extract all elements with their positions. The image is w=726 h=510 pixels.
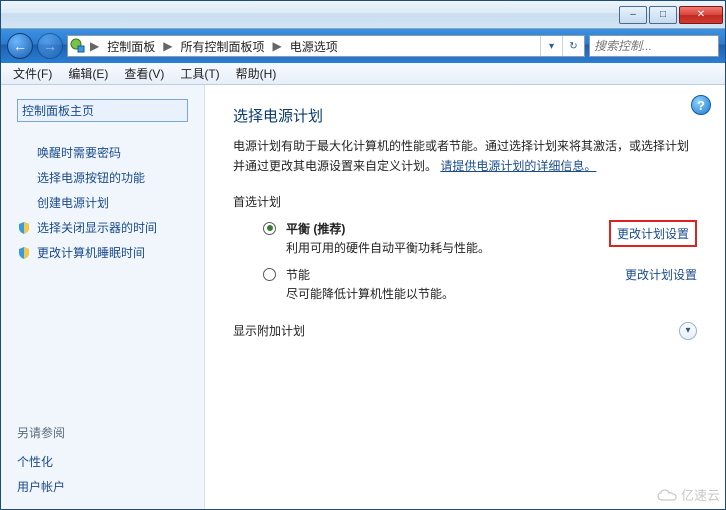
plan-name: 平衡 (推荐) <box>286 220 599 237</box>
sidebar-link-label: 更改计算机睡眠时间 <box>37 244 145 261</box>
maximize-button[interactable]: □ <box>649 6 677 24</box>
power-plan-balanced: 平衡 (推荐) 利用可用的硬件自动平衡功耗与性能。 更改计划设置 <box>263 220 697 256</box>
control-panel-home-link[interactable]: 控制面板主页 <box>17 99 188 122</box>
shield-icon <box>17 246 31 260</box>
see-also-label: 用户帐户 <box>17 478 65 495</box>
see-also-heading: 另请参阅 <box>17 424 188 441</box>
power-plan-saver: 节能 尽可能降低计算机性能以节能。 更改计划设置 <box>263 266 697 302</box>
content-pane: ? 选择电源计划 电源计划有助于最大化计算机的性能或者节能。通过选择计划来将其激… <box>205 85 725 509</box>
breadcrumb-sep-icon: ▶ <box>88 39 101 53</box>
titlebar: – □ ✕ <box>1 1 725 29</box>
watermark: 亿速云 <box>657 485 720 504</box>
search-input[interactable] <box>590 39 726 53</box>
plan-desc: 利用可用的硬件自动平衡功耗与性能。 <box>286 239 599 256</box>
show-additional-plans[interactable]: 显示附加计划 ▾ <box>233 322 697 340</box>
preferred-plans-heading: 首选计划 <box>233 193 697 210</box>
menubar: 文件(F) 编辑(E) 查看(V) 工具(T) 帮助(H) <box>1 63 725 85</box>
see-also-personalization[interactable]: 个性化 <box>17 449 188 474</box>
address-bar[interactable]: ▶ 控制面板 ▶ 所有控制面板项 ▶ 电源选项 ▾ ↻ <box>67 35 585 57</box>
breadcrumb-seg-1[interactable]: 控制面板 <box>101 36 161 56</box>
control-panel-icon <box>68 36 88 56</box>
help-icon[interactable]: ? <box>691 95 711 115</box>
sidebar-link-power-button[interactable]: 选择电源按钮的功能 <box>17 165 188 190</box>
minimize-button[interactable]: – <box>619 6 647 24</box>
expander-label: 显示附加计划 <box>233 322 305 339</box>
plan-radio-saver[interactable] <box>263 268 276 281</box>
menu-edit[interactable]: 编辑(E) <box>60 63 116 84</box>
breadcrumb-sep-icon: ▶ <box>161 39 174 53</box>
desc-details-link[interactable]: 请提供电源计划的详细信息。 <box>440 159 596 173</box>
cloud-icon <box>657 488 677 502</box>
sidebar-link-label: 唤醒时需要密码 <box>37 144 121 161</box>
page-description: 电源计划有助于最大化计算机的性能或者节能。通过选择计划来将其激活，或选择计划并通… <box>233 136 697 177</box>
change-plan-settings-link[interactable]: 更改计划设置 <box>625 266 697 283</box>
menu-help[interactable]: 帮助(H) <box>228 63 285 84</box>
menu-tools[interactable]: 工具(T) <box>172 63 227 84</box>
back-button[interactable]: ← <box>7 33 33 59</box>
plan-desc: 尽可能降低计算机性能以节能。 <box>286 285 615 302</box>
sidebar-link-require-password[interactable]: 唤醒时需要密码 <box>17 140 188 165</box>
close-button[interactable]: ✕ <box>679 6 723 24</box>
sidebar-link-display-off[interactable]: 选择关闭显示器的时间 <box>17 215 188 240</box>
chevron-down-icon: ▾ <box>679 322 697 340</box>
sidebar-link-label: 选择电源按钮的功能 <box>37 169 145 186</box>
menu-file[interactable]: 文件(F) <box>5 63 60 84</box>
forward-button: → <box>37 33 63 59</box>
see-also-user-accounts[interactable]: 用户帐户 <box>17 474 188 499</box>
address-dropdown-icon[interactable]: ▾ <box>540 36 562 56</box>
page-title: 选择电源计划 <box>233 105 697 126</box>
change-plan-settings-link[interactable]: 更改计划设置 <box>609 220 697 247</box>
search-box[interactable]: 🔍 <box>589 35 719 57</box>
sidebar-link-create-plan[interactable]: 创建电源计划 <box>17 190 188 215</box>
sidebar-link-sleep-time[interactable]: 更改计算机睡眠时间 <box>17 240 188 265</box>
sidebar: 控制面板主页 唤醒时需要密码 选择电源按钮的功能 创建电源计划 选择关闭显示器的… <box>1 85 205 509</box>
sidebar-link-label: 创建电源计划 <box>37 194 109 211</box>
shield-icon <box>17 221 31 235</box>
sidebar-link-label: 选择关闭显示器的时间 <box>37 219 157 236</box>
plan-name: 节能 <box>286 266 615 283</box>
breadcrumb-seg-2[interactable]: 所有控制面板项 <box>174 36 270 56</box>
navbar: ← → ▶ 控制面板 ▶ 所有控制面板项 ▶ 电源选项 ▾ ↻ 🔍 <box>1 29 725 63</box>
breadcrumb-sep-icon: ▶ <box>271 39 284 53</box>
refresh-icon[interactable]: ↻ <box>562 36 584 56</box>
plan-radio-balanced[interactable] <box>263 222 276 235</box>
breadcrumb-seg-3[interactable]: 电源选项 <box>284 36 344 56</box>
see-also-label: 个性化 <box>17 453 53 470</box>
menu-view[interactable]: 查看(V) <box>116 63 172 84</box>
